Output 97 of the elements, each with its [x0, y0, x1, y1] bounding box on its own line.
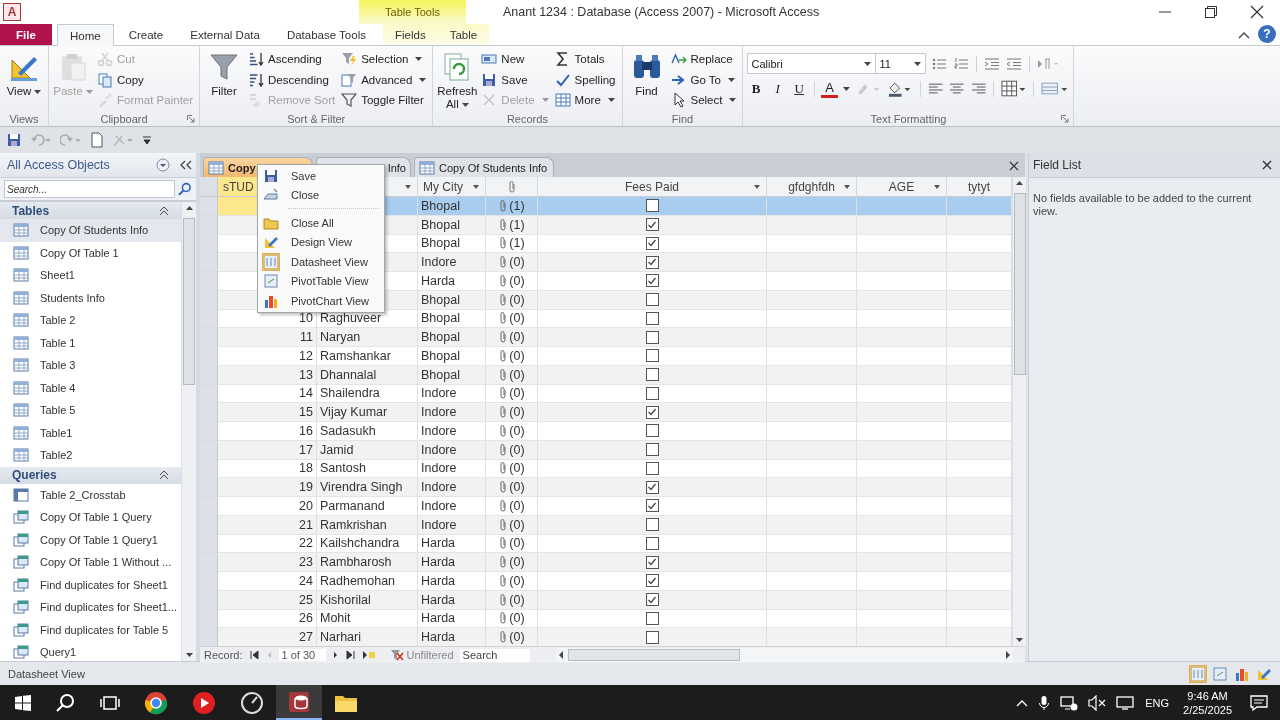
table-cell: 12: [299, 348, 313, 363]
table-cell: 17: [299, 442, 313, 457]
table-cell: 10: [299, 311, 313, 326]
table-cell: Ramkrishan: [320, 517, 387, 532]
table-cell: 20: [299, 498, 313, 513]
table-cell: Radhemohan: [320, 573, 396, 588]
table-cell: 27: [299, 630, 313, 645]
attachment-count: (0): [509, 367, 525, 382]
table-cell: Indore: [421, 498, 457, 513]
attachment-count: (0): [509, 480, 525, 495]
table-cell: Naryan: [320, 330, 361, 345]
table-cell: Harda: [421, 536, 456, 551]
attachment-count: (0): [509, 592, 525, 607]
attachment-count: (0): [509, 386, 525, 401]
table-cell: Rambharosh: [320, 555, 392, 570]
record-label: Record:: [204, 649, 243, 661]
empty-message: No fields available to be added to the current view.: [1033, 192, 1253, 218]
attachment-count: (1): [509, 236, 525, 251]
table-cell: Indore: [421, 255, 457, 270]
table-cell: Harda: [421, 630, 456, 645]
table-cell: Indore: [421, 386, 457, 401]
table-cell: Indore: [421, 405, 457, 420]
table-cell: Mohit: [320, 611, 351, 626]
table-cell: Virendra Singh: [320, 480, 403, 495]
table-cell: Shailendra: [320, 386, 380, 401]
table-cell: Bhopal: [421, 198, 460, 213]
table-cell: Ramshankar: [320, 348, 391, 363]
table-cell: Parmanand: [320, 498, 385, 513]
table-cell: 16: [299, 423, 313, 438]
attachment-count: (0): [509, 461, 525, 476]
table-cell: Bhopal: [421, 367, 460, 382]
group-label: Clipboard: [100, 113, 148, 126]
table-cell: Bhopal: [421, 348, 460, 363]
attachment-count: (0): [509, 442, 525, 457]
attachment-count: (0): [509, 573, 525, 588]
table-cell: 11: [300, 330, 313, 345]
table-cell: 24: [299, 573, 313, 588]
table-cell: Sadasukh: [320, 423, 376, 438]
table-cell: Narhari: [320, 630, 361, 645]
table-cell: 19: [299, 480, 313, 495]
attachment-count: (0): [509, 611, 525, 626]
table-cell: Raghuveer: [320, 311, 382, 326]
table-cell: 25: [299, 592, 313, 607]
table-cell: Bhopal: [421, 311, 460, 326]
table-cell: 14: [299, 386, 313, 401]
table-cell: Indore: [421, 480, 457, 495]
table-cell: Bhopal: [421, 236, 460, 251]
table-cell: 23: [299, 555, 313, 570]
attachment-count: (0): [509, 273, 525, 288]
table-cell: 18: [299, 461, 313, 476]
attachment-count: (0): [509, 311, 525, 326]
panel-title: Field List: [1033, 158, 1082, 172]
table-cell: 22: [299, 536, 313, 551]
attachment-count: (0): [509, 292, 525, 307]
table-cell: Harda: [421, 592, 456, 607]
status-text: Datasheet View: [8, 667, 85, 680]
table-cell: 15: [299, 405, 313, 420]
group-label: Views: [9, 113, 39, 126]
table-cell: Indore: [421, 461, 457, 476]
attachment-count: (0): [509, 255, 525, 270]
table-cell: Harda: [421, 573, 456, 588]
attachment-count: (0): [509, 555, 525, 570]
table-cell: Dhannalal: [320, 367, 377, 382]
table-cell: Indore: [421, 423, 457, 438]
table-cell: Kishorilal: [320, 592, 371, 607]
attachment-count: (0): [509, 405, 525, 420]
table-cell: Harda: [421, 555, 456, 570]
group-label: Sort & Filter: [287, 113, 346, 126]
table-cell: 13: [299, 367, 313, 382]
table-cell: Bhopal: [421, 330, 460, 345]
table-cell: Kailshchandra: [320, 536, 400, 551]
group-label: Find: [671, 113, 694, 126]
attachment-count: (0): [509, 536, 525, 551]
table-cell: 21: [299, 517, 313, 532]
table-cell: Bhopal: [421, 292, 460, 307]
table-cell: Harda: [421, 611, 456, 626]
attachment-count: (1): [509, 217, 525, 232]
app-logo: A: [3, 3, 21, 21]
attachment-count: (0): [509, 630, 525, 645]
table-cell: Jamid: [320, 442, 354, 457]
table-cell: 26: [299, 611, 313, 626]
attachment-count: (0): [509, 517, 525, 532]
table-cell: Santosh: [320, 461, 366, 476]
window-title: Anant 1234 : Database (Access 2007) - Microsoft Access: [503, 5, 820, 19]
attachment-count: (0): [509, 348, 525, 363]
table-cell: Indore: [421, 442, 457, 457]
group-label: Text Formatting: [870, 113, 947, 126]
table-cell: Bhopal: [421, 217, 460, 232]
table-cell: Vijay Kumar: [320, 405, 388, 420]
attachment-count: (0): [509, 498, 525, 513]
attachment-count: (0): [509, 330, 525, 345]
table-cell: Harda: [421, 273, 456, 288]
table-cell: Indore: [421, 517, 457, 532]
context-tab-group: Table Tools: [359, 0, 466, 24]
group-label: Records: [506, 113, 548, 126]
attachment-count: (1): [509, 198, 525, 213]
attachment-count: (0): [509, 423, 525, 438]
